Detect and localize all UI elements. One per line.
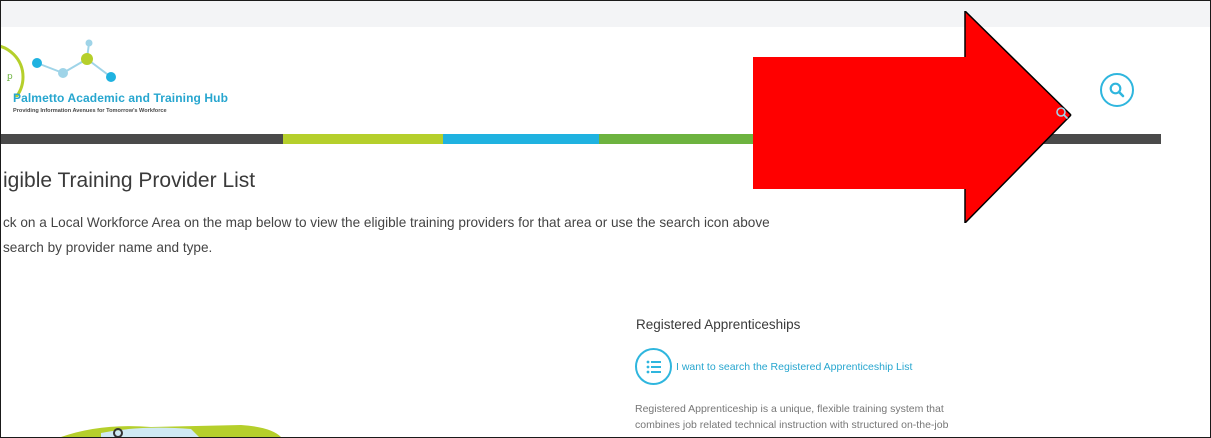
apprenticeship-description: Registered Apprenticeship is a unique, f… (635, 401, 1105, 433)
logo-title: Palmetto Academic and Training Hub (13, 91, 228, 105)
apprenticeships-heading: Registered Apprenticeships (636, 317, 801, 332)
apprenticeship-description-line-2: combines job related technical instructi… (635, 419, 949, 431)
logo-molecule-icon: ꝑ (1, 39, 116, 97)
color-bar-segment-green (599, 134, 779, 144)
color-bar-segment-blue (443, 134, 599, 144)
color-bar-segment-dark (1, 134, 283, 144)
list-icon (635, 348, 672, 385)
search-button[interactable] (1100, 73, 1134, 107)
svg-text:ꝑ: ꝑ (6, 72, 13, 82)
workforce-area-map[interactable] (61, 419, 281, 438)
apprenticeship-search-link[interactable]: I want to search the Registered Apprenti… (635, 348, 912, 385)
page-frame: ꝑ Palmetto Academic and Training Hub Pro… (0, 0, 1211, 438)
site-logo[interactable]: ꝑ Palmetto Academic and Training Hub Pro… (1, 37, 321, 127)
color-bar-segment-lime (283, 134, 443, 144)
logo-tagline: Providing Information Avenues for Tomorr… (13, 108, 167, 114)
apprenticeship-description-line-1: Registered Apprenticeship is a unique, f… (635, 403, 944, 415)
red-arrow-right-icon (753, 11, 1072, 223)
search-icon-faded (1056, 107, 1069, 120)
intro-line-2: search by provider name and type. (3, 240, 213, 255)
page-title: igible Training Provider List (3, 169, 256, 192)
apprenticeship-link-text[interactable]: I want to search the Registered Apprenti… (676, 361, 912, 373)
search-icon (1109, 82, 1125, 98)
